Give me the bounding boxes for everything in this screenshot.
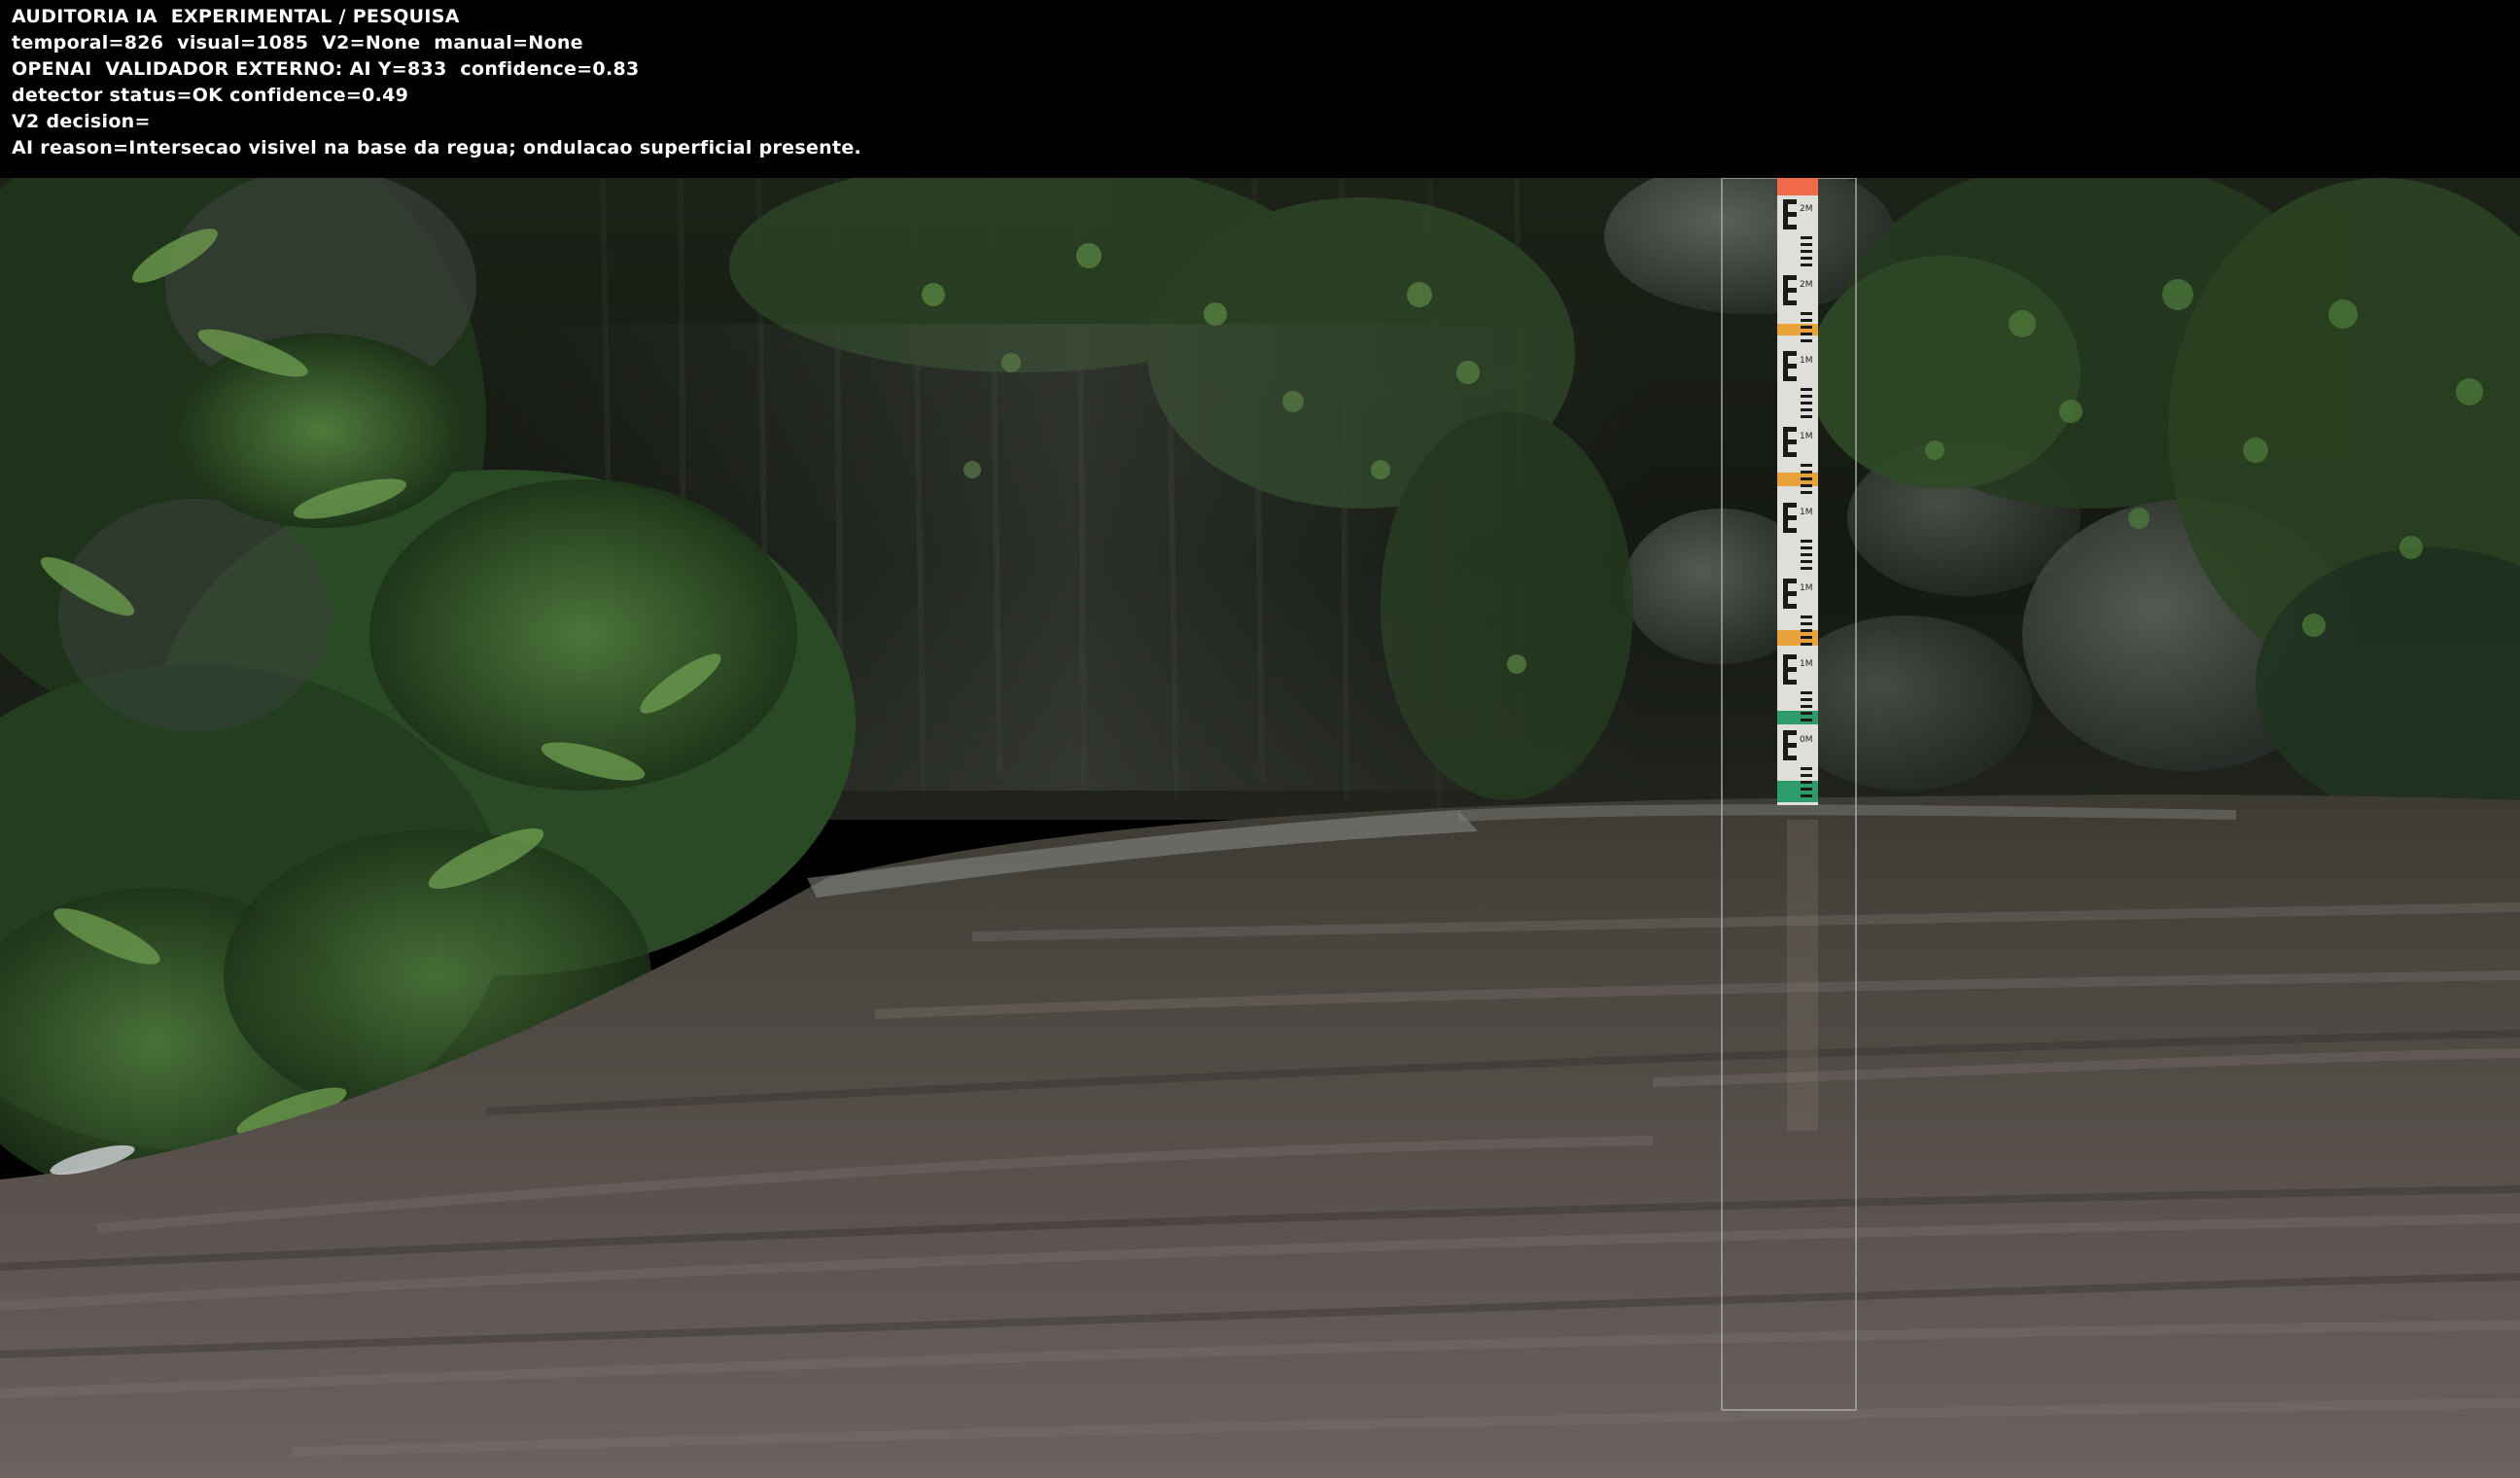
gauge-tick — [1801, 781, 1812, 784]
gauge-tick — [1801, 705, 1812, 708]
gauge-tick — [1801, 540, 1812, 543]
gauge-segment-label: 0M — [1800, 735, 1813, 745]
gauge-segment-label: 2M — [1800, 280, 1813, 290]
overlay-ai-reason: AI reason=Intersecao visivel na base da … — [12, 137, 862, 158]
gauge-tick — [1801, 257, 1812, 260]
gauge-segment-label: 2M — [1800, 204, 1813, 214]
gauge-tick — [1801, 243, 1812, 246]
gauge-tick — [1801, 395, 1812, 398]
gauge-tick — [1801, 415, 1812, 418]
gauge-tick — [1801, 636, 1812, 639]
gauge-tick — [1801, 567, 1812, 570]
gauge-tick — [1801, 477, 1812, 480]
gauge-tick — [1801, 553, 1812, 556]
gauge-color-band — [1777, 781, 1818, 802]
gauge-segment-label: 1M — [1800, 508, 1813, 517]
gauge-graduation-mark — [1783, 654, 1797, 685]
gauge-tick — [1801, 560, 1812, 563]
gauge-tick — [1801, 264, 1812, 266]
gauge-graduation-mark — [1783, 351, 1797, 381]
gauge-graduation-mark — [1783, 730, 1797, 760]
gauge-tick — [1801, 250, 1812, 253]
gauge-tick — [1801, 236, 1812, 239]
overlay-detector: detector status=OK confidence=0.49 — [12, 85, 409, 106]
river-scene: 2M 2M 1M 1M 1M 1M 1M 0M — [0, 178, 2520, 1478]
gauge-tick — [1801, 484, 1812, 487]
gauge-tick — [1801, 471, 1812, 474]
gauge-tick — [1801, 794, 1812, 797]
gauge-graduation-mark — [1783, 427, 1797, 457]
gauge-tick — [1801, 629, 1812, 632]
gauge-tick — [1801, 326, 1812, 329]
gauge-tick — [1801, 491, 1812, 494]
gauge-tick — [1801, 408, 1812, 411]
gauge-tick — [1801, 767, 1812, 770]
staff-gauge: 2M 2M 1M 1M 1M 1M 1M 0M — [1777, 178, 1818, 805]
gauge-tick — [1801, 312, 1812, 315]
gauge-segment-label: 1M — [1800, 583, 1813, 593]
gauge-graduation-mark — [1783, 275, 1797, 305]
gauge-tick — [1801, 691, 1812, 694]
gauge-tick — [1801, 616, 1812, 618]
gauge-tick — [1801, 712, 1812, 715]
gauge-tick — [1801, 643, 1812, 646]
gauge-tick — [1801, 622, 1812, 625]
gauge-tick — [1801, 719, 1812, 721]
overlay-title: AUDITORIA IA EXPERIMENTAL / PESQUISA — [12, 6, 460, 27]
gauge-tick — [1801, 788, 1812, 791]
overlay-validator: OPENAI VALIDADOR EXTERNO: AI Y=833 confi… — [12, 58, 640, 80]
gauge-tick — [1801, 319, 1812, 322]
gauge-tick — [1801, 546, 1812, 549]
gauge-tick — [1801, 774, 1812, 777]
gauge-tick — [1801, 402, 1812, 405]
gauge-graduation-mark — [1783, 199, 1797, 229]
gauge-graduation-mark — [1783, 579, 1797, 609]
overlay-levels: temporal=826 visual=1085 V2=None manual=… — [12, 32, 583, 53]
gauge-color-band — [1777, 178, 1818, 195]
audit-overlay-header: AUDITORIA IA EXPERIMENTAL / PESQUISA tem… — [0, 0, 2520, 178]
gauge-tick — [1801, 698, 1812, 701]
gauge-graduation-mark — [1783, 503, 1797, 533]
gauge-tick — [1801, 464, 1812, 467]
river-scene-image: 2M 2M 1M 1M 1M 1M 1M 0M — [0, 178, 2520, 1478]
gauge-tick — [1801, 339, 1812, 342]
gauge-tick — [1801, 333, 1812, 335]
overlay-v2-decision: V2 decision= — [12, 111, 151, 132]
gauge-tick — [1801, 388, 1812, 391]
gauge-segment-label: 1M — [1800, 432, 1813, 441]
gauge-segment-label: 1M — [1800, 356, 1813, 366]
camera-frame: AUDITORIA IA EXPERIMENTAL / PESQUISA tem… — [0, 0, 2520, 1478]
gauge-segment-label: 1M — [1800, 659, 1813, 669]
